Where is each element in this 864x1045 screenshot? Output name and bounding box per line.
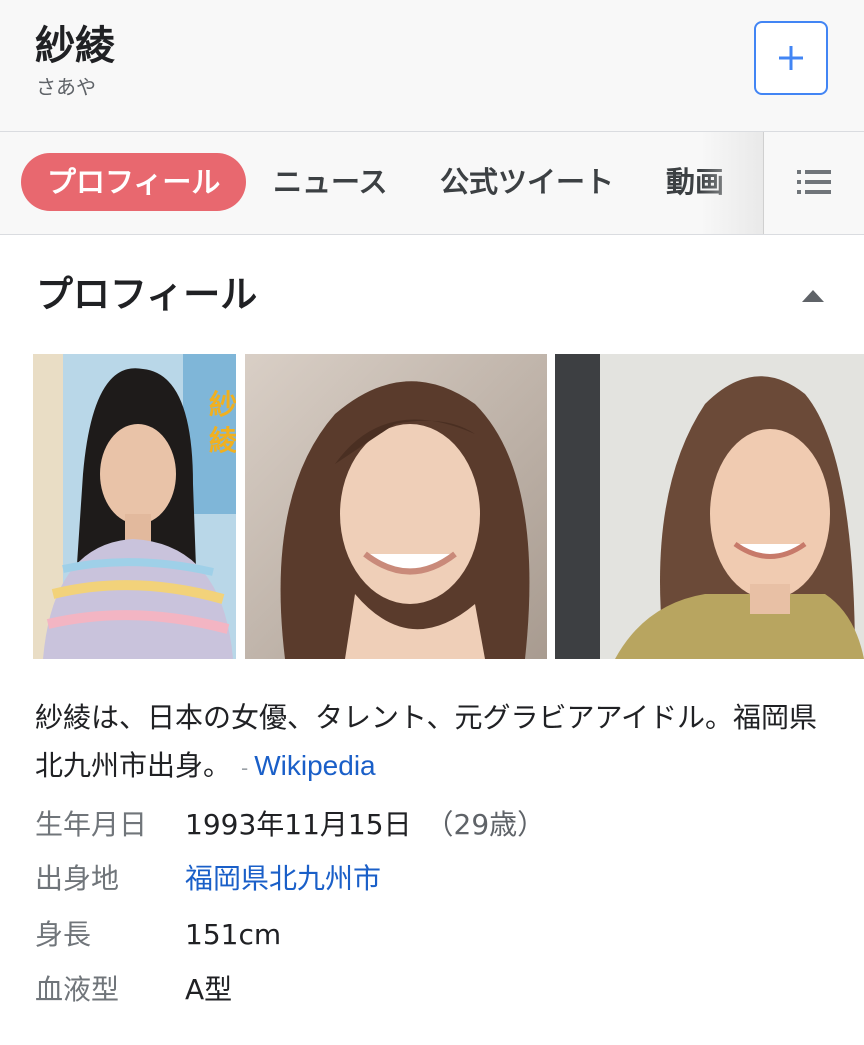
entity-description: 紗綾は、日本の女優、タレント、元グラビアアイドル。福岡県北九州市出身。 - Wiki… bbox=[35, 694, 835, 792]
profile-photo-3[interactable] bbox=[555, 354, 864, 659]
add-button[interactable] bbox=[754, 21, 828, 95]
entity-reading: さあや bbox=[36, 75, 96, 99]
blood-type-value: A型 bbox=[185, 973, 233, 1006]
tab-official-tweets[interactable]: 公式ツイート bbox=[440, 153, 614, 211]
description-separator: - bbox=[241, 756, 249, 780]
svg-text:紗: 紗 bbox=[209, 388, 236, 421]
plus-icon bbox=[779, 46, 803, 70]
section-title: プロフィール bbox=[36, 273, 258, 316]
triangle-up-icon[interactable] bbox=[800, 286, 826, 306]
fact-birthdate: 生年月日 1993年11月15日 （29歳） bbox=[35, 801, 835, 849]
fact-blood-type: 血液型 A型 bbox=[35, 966, 835, 1014]
svg-text:綾: 綾 bbox=[209, 424, 236, 457]
wikipedia-link[interactable]: Wikipedia bbox=[254, 750, 375, 781]
fact-value: 1993年11月15日 （29歳） bbox=[185, 801, 545, 849]
profile-photo-1[interactable]: 紗 綾 bbox=[33, 354, 236, 659]
tab-menu-button[interactable] bbox=[764, 132, 864, 234]
list-icon bbox=[797, 170, 831, 194]
profile-photo-2[interactable] bbox=[245, 354, 547, 659]
description-text: 紗綾は、日本の女優、タレント、元グラビアアイドル。福岡県北九州市出身。 bbox=[35, 701, 818, 782]
height-value: 151cm bbox=[185, 918, 282, 951]
tab-news[interactable]: ニュース bbox=[273, 153, 388, 211]
entity-title: 紗綾 bbox=[35, 23, 115, 69]
fact-birthplace: 出身地 福岡県北九州市 bbox=[35, 855, 835, 903]
entity-header: 紗綾 さあや bbox=[0, 0, 864, 132]
fact-label: 身長 bbox=[35, 918, 92, 951]
birthplace-link[interactable]: 福岡県北九州市 bbox=[185, 855, 381, 903]
birthdate-value: 1993年11月15日 bbox=[185, 808, 412, 841]
fact-label: 出身地 bbox=[35, 862, 120, 895]
tab-bar: プロフィール ニュース 公式ツイート 動画 bbox=[0, 132, 864, 235]
image-carousel: 紗 綾 bbox=[0, 354, 864, 659]
fact-height: 身長 151cm bbox=[35, 911, 835, 959]
fact-label: 血液型 bbox=[35, 973, 120, 1006]
fact-label: 生年月日 bbox=[35, 808, 148, 841]
age-value: （29歳） bbox=[425, 808, 546, 841]
tab-scroll-fade bbox=[700, 132, 763, 234]
tab-profile[interactable]: プロフィール bbox=[21, 153, 247, 211]
